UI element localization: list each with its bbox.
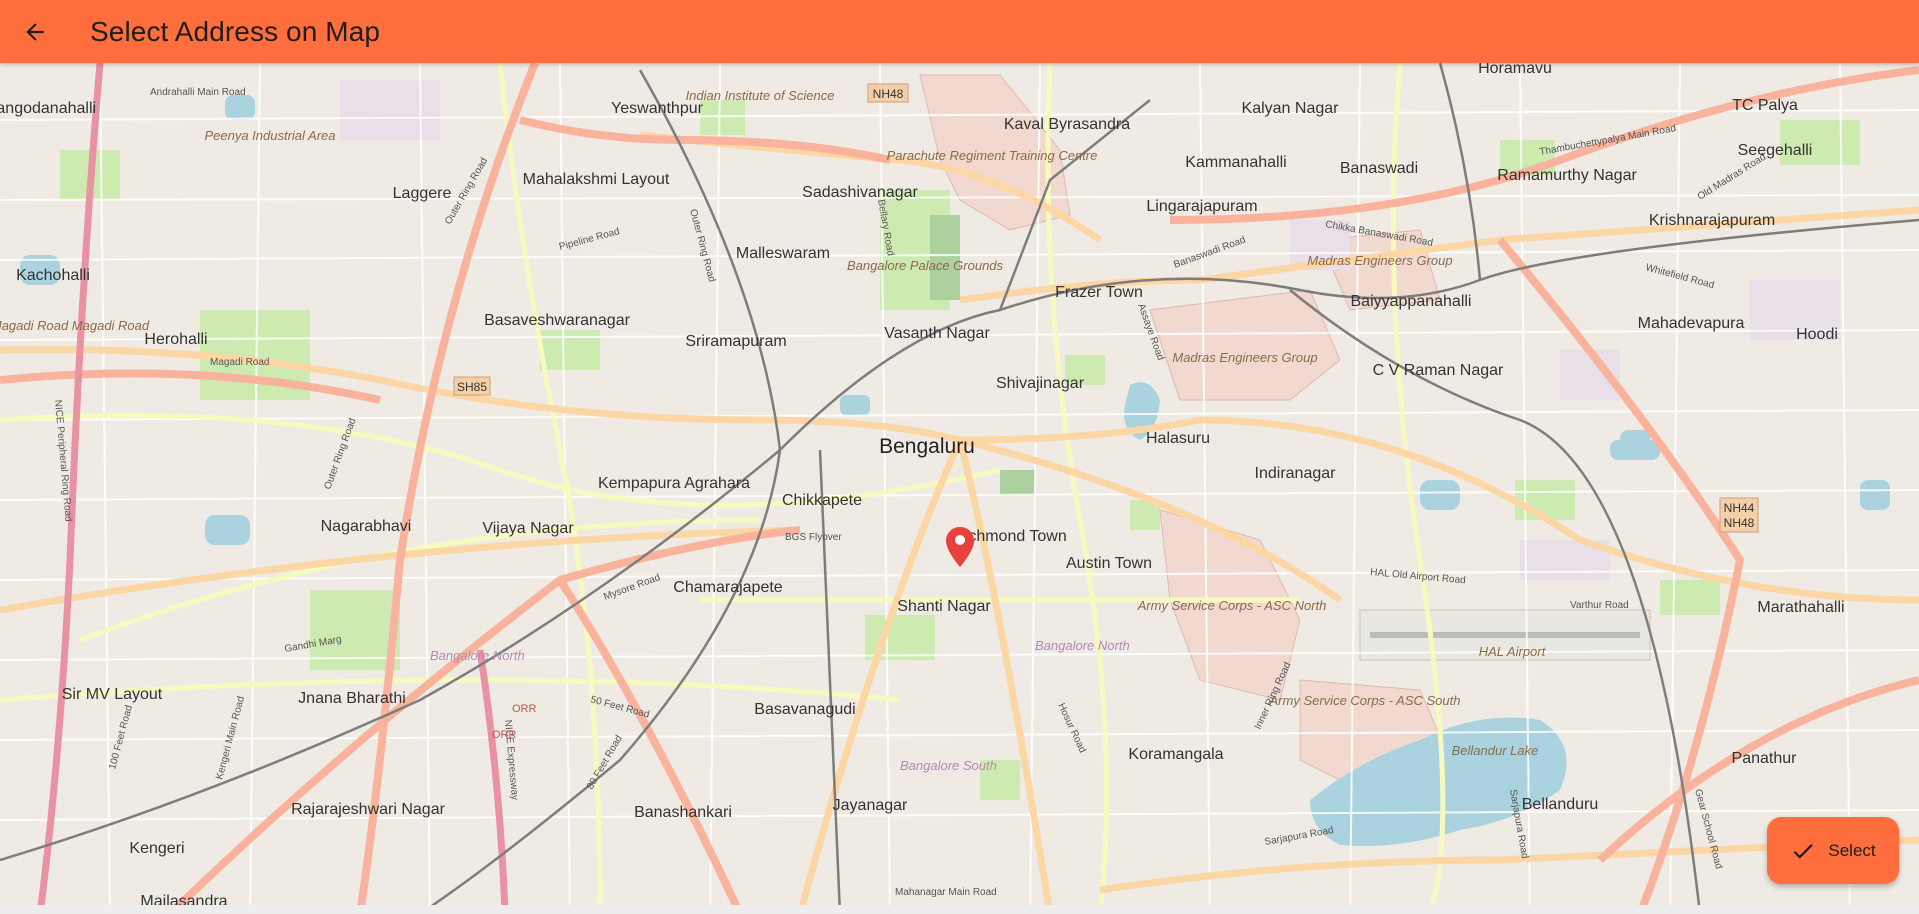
place-label: Kengeri <box>129 840 184 857</box>
place-label: Kalyan Nagar <box>1242 100 1340 117</box>
road-shield: SH85 <box>453 376 491 396</box>
area-label: Bangalore Palace Grounds <box>847 258 1004 273</box>
place-label: Koramangala <box>1128 746 1223 763</box>
area-label: Madras Engineers Group <box>1307 253 1452 268</box>
road-shield-label: ORR <box>512 703 537 715</box>
app-bar: Select Address on Map <box>0 0 1919 63</box>
page-title: Select Address on Map <box>90 15 381 47</box>
place-label: Laggere <box>393 185 452 202</box>
back-button[interactable] <box>13 10 57 54</box>
place-label: Frazer Town <box>1055 284 1143 301</box>
place-label: Vijaya Nagar <box>482 520 574 537</box>
place-label: Mahadevapura <box>1638 315 1745 332</box>
area-label: Peenya Industrial Area <box>204 128 335 143</box>
place-label: Halasuru <box>1146 430 1210 447</box>
place-label: Yeswanthpur <box>611 100 704 117</box>
place-label: Jnana Bharathi <box>298 690 406 707</box>
road-shield: NH48 <box>867 83 909 103</box>
road-label: Andrahalli Main Road <box>150 87 246 98</box>
city-label: Bengaluru <box>879 435 975 458</box>
place-label: TC Palya <box>1732 97 1798 114</box>
place-label: Ramamurthy Nagar <box>1497 167 1637 184</box>
map-canvas[interactable]: Peenya Industrial Area Indian Institute … <box>0 63 1919 914</box>
place-label: Gangodanahalli <box>0 100 96 117</box>
select-button[interactable]: Select <box>1767 817 1899 884</box>
check-icon <box>1794 843 1814 859</box>
place-label: Chikkapete <box>782 492 862 509</box>
place-label: Banaswadi <box>1340 160 1418 177</box>
place-label: Jayanagar <box>833 797 908 814</box>
place-label: Sir MV Layout <box>62 686 163 703</box>
place-label: Kammanahalli <box>1185 154 1286 171</box>
place-label: Panathur <box>1732 750 1798 767</box>
road-shield-label: ORR <box>492 729 517 741</box>
place-label: C V Raman Nagar <box>1373 362 1504 379</box>
place-label: Kempapura Agrahara <box>598 475 750 492</box>
place-label: Banashankari <box>634 804 732 821</box>
place-label: Kachohalli <box>16 267 90 284</box>
map-pin-icon <box>946 527 974 567</box>
bottom-edge <box>0 905 1919 914</box>
area-label: Magadi Road Magadi Road <box>0 318 150 333</box>
road-label: BGS Flyover <box>785 532 842 543</box>
area-label: Indian Institute of Science <box>686 88 835 103</box>
place-label: Mahalakshmi Layout <box>523 171 670 188</box>
place-label: Sriramapuram <box>685 333 786 350</box>
place-label: Seegehalli <box>1738 142 1813 159</box>
region-label: Bangalore North <box>1035 638 1130 653</box>
place-label: Lingarajapuram <box>1146 198 1257 215</box>
place-label: Nagarabhavi <box>321 518 412 535</box>
area-label: Parachute Regiment Training Centre <box>887 148 1098 163</box>
place-label: Chamarajapete <box>673 579 783 596</box>
area-label: Madras Engineers Group <box>1172 350 1317 365</box>
road-label: Varthur Road <box>1570 600 1629 611</box>
place-label: Horamavu <box>1478 63 1552 77</box>
road-label: Magadi Road <box>210 357 269 368</box>
place-label: Bellanduru <box>1522 796 1599 813</box>
area-label: Bellandur Lake <box>1452 743 1539 758</box>
place-label: Shivajinagar <box>996 375 1085 392</box>
place-label: Sadashivanagar <box>802 184 918 201</box>
place-label: Vasanth Nagar <box>884 325 990 342</box>
svg-text:SH85: SH85 <box>457 380 487 394</box>
place-label: Kaval Byrasandra <box>1004 116 1130 133</box>
place-label: Baiyyappanahalli <box>1351 293 1472 310</box>
place-label: Herohalli <box>144 331 207 348</box>
area-label: HAL Airport <box>1479 644 1547 659</box>
region-label: Bangalore North <box>430 648 525 663</box>
place-label: Krishnarajapuram <box>1649 212 1775 229</box>
place-label: Rajarajeshwari Nagar <box>291 801 446 818</box>
area-label: Army Service Corps - ASC South <box>1269 693 1461 708</box>
map-view[interactable]: Peenya Industrial Area Indian Institute … <box>0 63 1919 914</box>
area-label: Army Service Corps - ASC North <box>1137 598 1327 613</box>
place-label: Shanti Nagar <box>897 598 991 615</box>
place-label: Hoodi <box>1796 326 1838 343</box>
select-label: Select <box>1828 840 1876 860</box>
place-label: Austin Town <box>1066 555 1152 572</box>
svg-text:NH48: NH48 <box>1724 516 1755 530</box>
place-label: Indiranagar <box>1255 465 1337 482</box>
svg-text:NH44: NH44 <box>1724 501 1755 515</box>
road-label: Mahanagar Main Road <box>895 887 997 898</box>
place-label: Basavanagudi <box>754 701 855 718</box>
place-label: Basaveshwaranagar <box>484 312 631 329</box>
svg-text:NH48: NH48 <box>873 87 904 101</box>
place-label: Malleswaram <box>736 245 830 262</box>
road-shield: NH44 NH48 <box>1719 497 1759 533</box>
arrow-back-icon <box>26 22 44 41</box>
region-label: Bangalore South <box>900 758 997 773</box>
place-label: Marathahalli <box>1757 599 1844 616</box>
